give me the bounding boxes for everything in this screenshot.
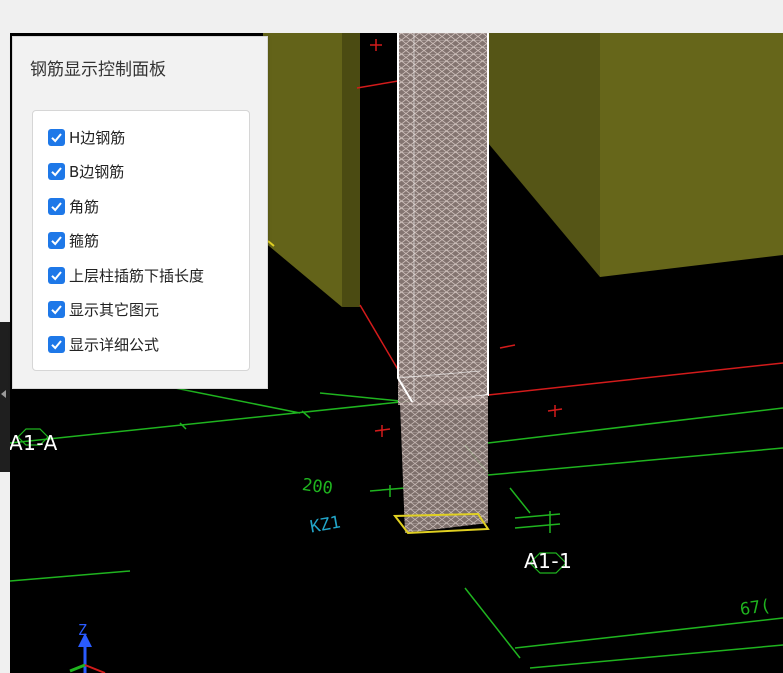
option-stirrup[interactable]: 箍筋 [48, 229, 99, 251]
column-rebar-lower [400, 395, 488, 533]
grid-axis-label-a1-a: A1-A [10, 431, 58, 455]
option-label: 箍筋 [69, 231, 100, 250]
checkbox-checked-icon[interactable] [48, 162, 65, 180]
column-rebar-upper [397, 33, 489, 407]
option-corner-rebar[interactable]: 角筋 [48, 195, 99, 217]
dimension-text-670: 67( [738, 595, 772, 621]
coordinate-axes-icon [69, 633, 106, 673]
checkbox-checked-icon[interactable] [48, 197, 65, 215]
option-label: H边钢筋 [69, 128, 126, 147]
option-show-detailed-formula[interactable]: 显示详细公式 [48, 333, 159, 355]
option-label: B边钢筋 [69, 162, 125, 181]
option-label: 显示其它图元 [69, 300, 160, 319]
option-upper-column-dowel-length[interactable]: 上层柱插筋下插长度 [48, 264, 204, 286]
checkbox-checked-icon[interactable] [48, 300, 65, 318]
option-show-other-elements[interactable]: 显示其它图元 [48, 298, 159, 320]
panel-title: 钢筋显示控制面板 [30, 60, 166, 80]
option-label: 显示详细公式 [69, 335, 160, 354]
collapse-arrow-icon[interactable] [1, 390, 6, 398]
panel-options-box: H边钢筋 B边钢筋 角筋 箍筋 上层柱插筋下插长度 显示其它图元 显示详细公式 [32, 110, 250, 371]
option-label: 上层柱插筋下插长度 [69, 266, 205, 285]
checkbox-checked-icon[interactable] [48, 266, 65, 284]
grid-axis-label-a1-1: A1-1 [524, 549, 573, 573]
checkbox-checked-icon[interactable] [48, 231, 65, 249]
axis-label-z: Z [78, 621, 88, 639]
option-label: 角筋 [69, 197, 100, 216]
dimension-text-200: 200 [300, 474, 334, 500]
checkbox-checked-icon[interactable] [48, 335, 65, 353]
green-grid-lines [10, 382, 783, 669]
option-b-side-rebar[interactable]: B边钢筋 [48, 160, 124, 182]
option-h-side-rebar[interactable]: H边钢筋 [48, 126, 125, 148]
wall-right [488, 33, 783, 277]
rebar-display-control-panel: 钢筋显示控制面板 H边钢筋 B边钢筋 角筋 箍筋 上层柱插筋下插长度 显示其它图… [12, 36, 268, 389]
checkbox-checked-icon[interactable] [48, 128, 65, 146]
wall-left [263, 33, 360, 307]
